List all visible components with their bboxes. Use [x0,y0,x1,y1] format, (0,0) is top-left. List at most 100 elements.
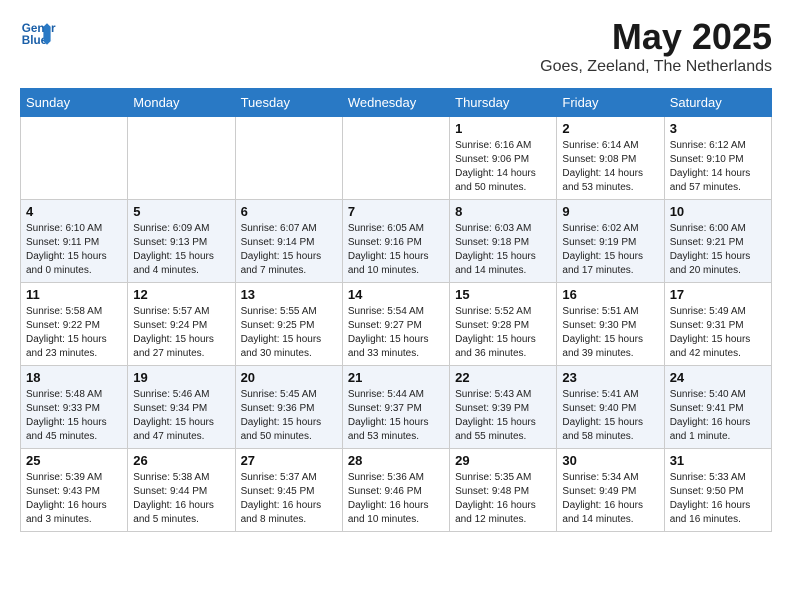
calendar-cell: 14 Sunrise: 5:54 AM Sunset: 9:27 PM Dayli… [342,283,449,366]
day-info: Sunrise: 6:07 AM Sunset: 9:14 PM Dayligh… [241,222,337,278]
day-info: Sunrise: 5:40 AM Sunset: 9:41 PM Dayligh… [670,388,766,444]
day-info: Sunrise: 5:45 AM Sunset: 9:36 PM Dayligh… [241,388,337,444]
calendar-cell [235,117,342,200]
day-info: Sunrise: 5:52 AM Sunset: 9:28 PM Dayligh… [455,305,551,361]
calendar-cell: 12Sunrise: 5:57 AM Sunset: 9:24 PM Dayli… [128,283,235,366]
day-info: Sunrise: 5:49 AM Sunset: 9:31 PM Dayligh… [670,305,766,361]
logo-icon: General Blue [20,16,56,52]
weekday-header-wednesday: Wednesday [342,89,449,117]
calendar-cell: 30 Sunrise: 5:34 AM Sunset: 9:49 PM Dayli… [557,449,664,532]
day-number: 4 [26,204,122,219]
week-row-4: 18 Sunrise: 5:48 AM Sunset: 9:33 PM Dayli… [21,366,772,449]
weekday-header-tuesday: Tuesday [235,89,342,117]
day-info: Sunrise: 5:46 AM Sunset: 9:34 PM Dayligh… [133,388,229,444]
day-info: Sunrise: 5:36 AM Sunset: 9:46 PM Dayligh… [348,471,444,527]
day-number: 19 [133,370,229,385]
day-number: 18 [26,370,122,385]
weekday-header-friday: Friday [557,89,664,117]
weekday-header-saturday: Saturday [664,89,771,117]
day-info: Sunrise: 5:58 AM Sunset: 9:22 PM Dayligh… [26,305,122,361]
day-number: 28 [348,453,444,468]
day-number: 23 [562,370,658,385]
day-info: Sunrise: 6:12 AM Sunset: 9:10 PM Dayligh… [670,139,766,195]
calendar-cell: 17 Sunrise: 5:49 AM Sunset: 9:31 PM Dayli… [664,283,771,366]
calendar-cell: 1 Sunrise: 6:16 AM Sunset: 9:06 PM Daylig… [450,117,557,200]
calendar-cell: 24Sunrise: 5:40 AM Sunset: 9:41 PM Dayli… [664,366,771,449]
title-area: May 2025 Goes, Zeeland, The Netherlands [540,16,772,76]
calendar-cell: 11 Sunrise: 5:58 AM Sunset: 9:22 PM Dayli… [21,283,128,366]
day-number: 8 [455,204,551,219]
day-number: 1 [455,121,551,136]
weekday-header-monday: Monday [128,89,235,117]
day-info: Sunrise: 6:09 AM Sunset: 9:13 PM Dayligh… [133,222,229,278]
day-number: 16 [562,287,658,302]
calendar-body: 1 Sunrise: 6:16 AM Sunset: 9:06 PM Daylig… [21,117,772,532]
day-number: 3 [670,121,766,136]
month-title: May 2025 [540,16,772,58]
day-number: 21 [348,370,444,385]
day-info: Sunrise: 5:44 AM Sunset: 9:37 PM Dayligh… [348,388,444,444]
day-number: 30 [562,453,658,468]
day-info: Sunrise: 5:38 AM Sunset: 9:44 PM Dayligh… [133,471,229,527]
day-number: 11 [26,287,122,302]
day-info: Sunrise: 5:34 AM Sunset: 9:49 PM Dayligh… [562,471,658,527]
location-title: Goes, Zeeland, The Netherlands [540,58,772,76]
calendar-cell: 28 Sunrise: 5:36 AM Sunset: 9:46 PM Dayli… [342,449,449,532]
day-info: Sunrise: 6:02 AM Sunset: 9:19 PM Dayligh… [562,222,658,278]
calendar-cell: 31 Sunrise: 5:33 AM Sunset: 9:50 PM Dayli… [664,449,771,532]
day-number: 20 [241,370,337,385]
calendar-cell: 21 Sunrise: 5:44 AM Sunset: 9:37 PM Dayli… [342,366,449,449]
calendar-cell: 8Sunrise: 6:03 AM Sunset: 9:18 PM Daylig… [450,200,557,283]
calendar-cell: 10 Sunrise: 6:00 AM Sunset: 9:21 PM Dayli… [664,200,771,283]
calendar-table: SundayMondayTuesdayWednesdayThursdayFrid… [20,88,772,532]
day-number: 26 [133,453,229,468]
weekday-header-sunday: Sunday [21,89,128,117]
day-info: Sunrise: 6:05 AM Sunset: 9:16 PM Dayligh… [348,222,444,278]
day-info: Sunrise: 5:37 AM Sunset: 9:45 PM Dayligh… [241,471,337,527]
day-info: Sunrise: 5:55 AM Sunset: 9:25 PM Dayligh… [241,305,337,361]
calendar-cell: 5 Sunrise: 6:09 AM Sunset: 9:13 PM Daylig… [128,200,235,283]
weekday-header-thursday: Thursday [450,89,557,117]
calendar-cell: 6Sunrise: 6:07 AM Sunset: 9:14 PM Daylig… [235,200,342,283]
day-info: Sunrise: 5:51 AM Sunset: 9:30 PM Dayligh… [562,305,658,361]
day-number: 12 [133,287,229,302]
calendar-cell: 16 Sunrise: 5:51 AM Sunset: 9:30 PM Dayli… [557,283,664,366]
week-row-5: 25 Sunrise: 5:39 AM Sunset: 9:43 PM Dayli… [21,449,772,532]
day-number: 9 [562,204,658,219]
day-number: 22 [455,370,551,385]
day-number: 17 [670,287,766,302]
calendar-cell: 18 Sunrise: 5:48 AM Sunset: 9:33 PM Dayli… [21,366,128,449]
day-info: Sunrise: 5:48 AM Sunset: 9:33 PM Dayligh… [26,388,122,444]
calendar-cell: 15Sunrise: 5:52 AM Sunset: 9:28 PM Dayli… [450,283,557,366]
calendar-cell: 19 Sunrise: 5:46 AM Sunset: 9:34 PM Dayli… [128,366,235,449]
week-row-2: 4Sunrise: 6:10 AM Sunset: 9:11 PM Daylig… [21,200,772,283]
day-number: 13 [241,287,337,302]
day-number: 10 [670,204,766,219]
calendar-cell: 20 Sunrise: 5:45 AM Sunset: 9:36 PM Dayli… [235,366,342,449]
logo: General Blue [20,16,56,52]
calendar-cell: 3 Sunrise: 6:12 AM Sunset: 9:10 PM Daylig… [664,117,771,200]
calendar-cell [128,117,235,200]
calendar-cell [342,117,449,200]
day-number: 25 [26,453,122,468]
calendar-cell: 13 Sunrise: 5:55 AM Sunset: 9:25 PM Dayli… [235,283,342,366]
day-number: 29 [455,453,551,468]
day-info: Sunrise: 5:39 AM Sunset: 9:43 PM Dayligh… [26,471,122,527]
header: General Blue May 2025 Goes, Zeeland, The… [20,16,772,76]
day-info: Sunrise: 6:14 AM Sunset: 9:08 PM Dayligh… [562,139,658,195]
day-number: 5 [133,204,229,219]
day-number: 14 [348,287,444,302]
day-info: Sunrise: 5:54 AM Sunset: 9:27 PM Dayligh… [348,305,444,361]
day-number: 2 [562,121,658,136]
calendar-cell: 7 Sunrise: 6:05 AM Sunset: 9:16 PM Daylig… [342,200,449,283]
day-info: Sunrise: 6:00 AM Sunset: 9:21 PM Dayligh… [670,222,766,278]
day-number: 27 [241,453,337,468]
week-row-3: 11 Sunrise: 5:58 AM Sunset: 9:22 PM Dayli… [21,283,772,366]
day-number: 7 [348,204,444,219]
weekday-header-row: SundayMondayTuesdayWednesdayThursdayFrid… [21,89,772,117]
day-number: 31 [670,453,766,468]
week-row-1: 1 Sunrise: 6:16 AM Sunset: 9:06 PM Daylig… [21,117,772,200]
day-info: Sunrise: 6:16 AM Sunset: 9:06 PM Dayligh… [455,139,551,195]
calendar-cell: 27 Sunrise: 5:37 AM Sunset: 9:45 PM Dayli… [235,449,342,532]
day-info: Sunrise: 5:33 AM Sunset: 9:50 PM Dayligh… [670,471,766,527]
